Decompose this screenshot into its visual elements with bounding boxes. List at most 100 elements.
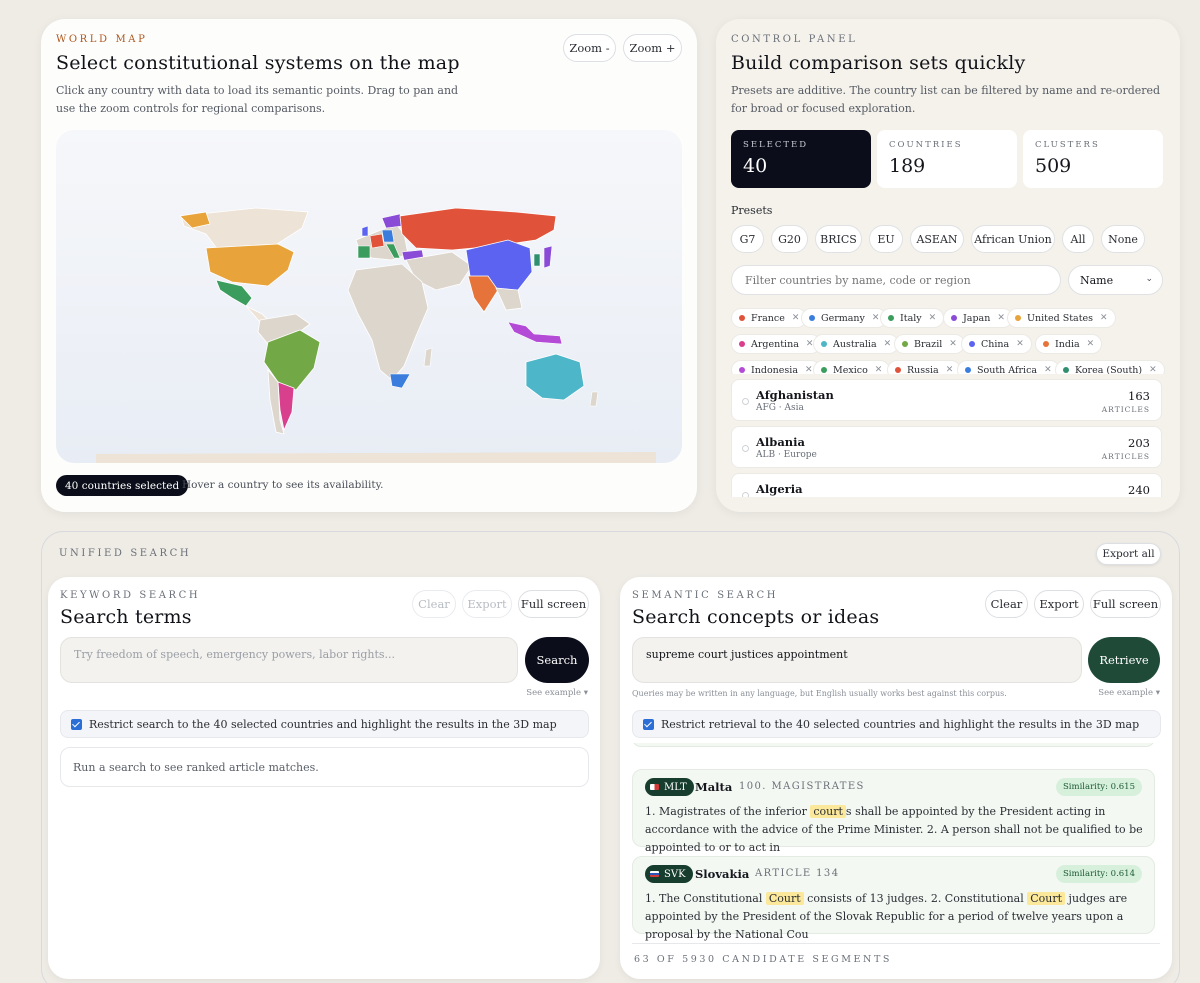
list-item[interactable]: Albania ALB · Europe 203 ARTICLES: [731, 426, 1162, 468]
map-country-spain[interactable]: [357, 245, 371, 259]
map-country-africa[interactable]: [347, 263, 429, 381]
map-country-uk[interactable]: [361, 225, 369, 237]
highlight: Court: [1027, 892, 1066, 905]
preset-african-union[interactable]: African Union: [971, 225, 1055, 253]
export-all-button[interactable]: Export all: [1096, 543, 1161, 565]
map-country-south-africa[interactable]: [389, 373, 411, 389]
close-icon[interactable]: ✕: [1044, 365, 1052, 374]
chip-label: France: [751, 312, 785, 324]
close-icon[interactable]: ✕: [792, 313, 800, 323]
semantic-search-input[interactable]: supreme court justices appointment: [632, 637, 1082, 683]
keyword-export-button[interactable]: Export: [462, 590, 512, 618]
country-code: SVK: [664, 868, 686, 880]
preset-brics[interactable]: BRICS: [815, 225, 862, 253]
close-icon[interactable]: ✕: [949, 339, 957, 349]
close-icon[interactable]: ✕: [872, 313, 880, 323]
semantic-restrict-toggle[interactable]: Restrict retrieval to the 40 selected co…: [632, 710, 1161, 738]
stat-clusters: CLUSTERS 509: [1023, 130, 1163, 188]
result-country: Malta: [695, 780, 733, 794]
map-country-russia[interactable]: [399, 207, 557, 251]
map-country-indonesia[interactable]: [507, 321, 563, 345]
list-item[interactable]: Afghanistan AFG · Asia 163 ARTICLES: [731, 379, 1162, 421]
radio-icon[interactable]: [742, 398, 749, 405]
semantic-export-button[interactable]: Export: [1034, 590, 1084, 618]
preset-g20[interactable]: G20: [771, 225, 808, 253]
country-filter-input[interactable]: [731, 265, 1061, 295]
country-list[interactable]: Afghanistan AFG · Asia 163 ARTICLES Alba…: [716, 379, 1180, 497]
checkbox-icon[interactable]: [71, 718, 82, 730]
preset-asean[interactable]: ASEAN: [910, 225, 964, 253]
preset-none[interactable]: None: [1101, 225, 1145, 253]
close-icon[interactable]: ✕: [884, 339, 892, 349]
radio-icon[interactable]: [742, 492, 749, 497]
list-item[interactable]: SVK Slovakia ARTICLE 134 Similarity: 0.6…: [632, 856, 1155, 941]
chip-france[interactable]: France ✕: [731, 308, 808, 328]
map-country-japan[interactable]: [543, 245, 553, 269]
map-country-france[interactable]: [369, 233, 385, 249]
list-item[interactable]: [632, 743, 1155, 747]
map-country-scandinavia[interactable]: [381, 213, 403, 229]
list-item[interactable]: MLT Malta 100. MAGISTRATES Similarity: 0…: [632, 769, 1155, 854]
semantic-fullscreen-button[interactable]: Full screen: [1090, 590, 1161, 618]
keyword-search-input[interactable]: Try freedom of speech, emergency powers,…: [60, 637, 518, 683]
radio-icon[interactable]: [742, 445, 749, 452]
keyword-clear-button[interactable]: Clear: [412, 590, 456, 618]
semantic-clear-button[interactable]: Clear: [985, 590, 1028, 618]
chip-italy[interactable]: Italy ✕: [880, 308, 945, 328]
keyword-fullscreen-button[interactable]: Full screen: [518, 590, 589, 618]
close-icon[interactable]: ✕: [929, 313, 937, 323]
close-icon[interactable]: ✕: [1149, 365, 1157, 374]
zoom-out-button[interactable]: Zoom -: [563, 34, 616, 62]
chip-dot-icon: [951, 315, 957, 321]
close-icon[interactable]: ✕: [875, 365, 883, 374]
chip-argentina[interactable]: Argentina ✕: [731, 334, 822, 354]
retrieve-button[interactable]: Retrieve: [1088, 637, 1160, 683]
chip-russia[interactable]: Russia ✕: [887, 360, 962, 374]
chip-japan[interactable]: Japan ✕: [943, 308, 1013, 328]
map-country-germany[interactable]: [381, 229, 395, 243]
chip-south-africa[interactable]: South Africa ✕: [957, 360, 1060, 374]
result-country: Slovakia: [695, 867, 750, 881]
chip-brazil[interactable]: Brazil ✕: [894, 334, 965, 354]
world-map[interactable]: [56, 130, 682, 463]
map-country-new-zealand[interactable]: [589, 391, 599, 407]
close-icon[interactable]: ✕: [997, 313, 1005, 323]
semantic-see-example-link[interactable]: See example ▾: [1098, 688, 1160, 698]
map-country-se-asia[interactable]: [495, 287, 523, 311]
chip-korea-south[interactable]: Korea (South) ✕: [1055, 360, 1165, 374]
selected-count-badge: 40 countries selected: [56, 475, 189, 496]
preset-eu[interactable]: EU: [869, 225, 903, 253]
chip-china[interactable]: China ✕: [961, 334, 1032, 354]
map-country-madagascar[interactable]: [423, 347, 433, 367]
close-icon[interactable]: ✕: [1016, 339, 1024, 349]
close-icon[interactable]: ✕: [1100, 313, 1108, 323]
chip-australia[interactable]: Australia ✕: [813, 334, 900, 354]
unified-eyebrow: UNIFIED SEARCH: [59, 548, 192, 559]
chip-indonesia[interactable]: Indonesia ✕: [731, 360, 821, 374]
keyword-see-example-link[interactable]: See example ▾: [526, 688, 588, 698]
checkbox-icon[interactable]: [643, 718, 654, 730]
zoom-in-button[interactable]: Zoom +: [623, 34, 682, 62]
preset-all[interactable]: All: [1062, 225, 1094, 253]
world-map-svg[interactable]: [56, 130, 682, 463]
close-icon[interactable]: ✕: [1087, 339, 1095, 349]
keyword-restrict-toggle[interactable]: Restrict search to the 40 selected count…: [60, 710, 589, 738]
list-item[interactable]: Algeria 240: [731, 473, 1162, 497]
close-icon[interactable]: ✕: [805, 365, 813, 374]
chip-united-states[interactable]: United States ✕: [1007, 308, 1116, 328]
sort-select[interactable]: Name ⌄: [1068, 265, 1163, 295]
preset-g7[interactable]: G7: [731, 225, 764, 253]
chip-india[interactable]: India ✕: [1035, 334, 1103, 354]
map-country-australia[interactable]: [525, 353, 585, 401]
chip-mexico[interactable]: Mexico ✕: [813, 360, 891, 374]
article-unit: ARTICLES: [1101, 405, 1150, 414]
close-icon[interactable]: ✕: [946, 365, 954, 374]
map-country-korea[interactable]: [533, 253, 541, 267]
semantic-results-list[interactable]: MLT Malta 100. MAGISTRATES Similarity: 0…: [620, 743, 1172, 943]
chip-dot-icon: [739, 315, 745, 321]
article-count: 163: [1128, 389, 1150, 403]
keyword-search-button[interactable]: Search: [525, 637, 589, 683]
map-eyebrow: WORLD MAP: [56, 34, 148, 45]
chip-germany[interactable]: Germany ✕: [801, 308, 888, 328]
map-country-usa[interactable]: [205, 243, 295, 287]
